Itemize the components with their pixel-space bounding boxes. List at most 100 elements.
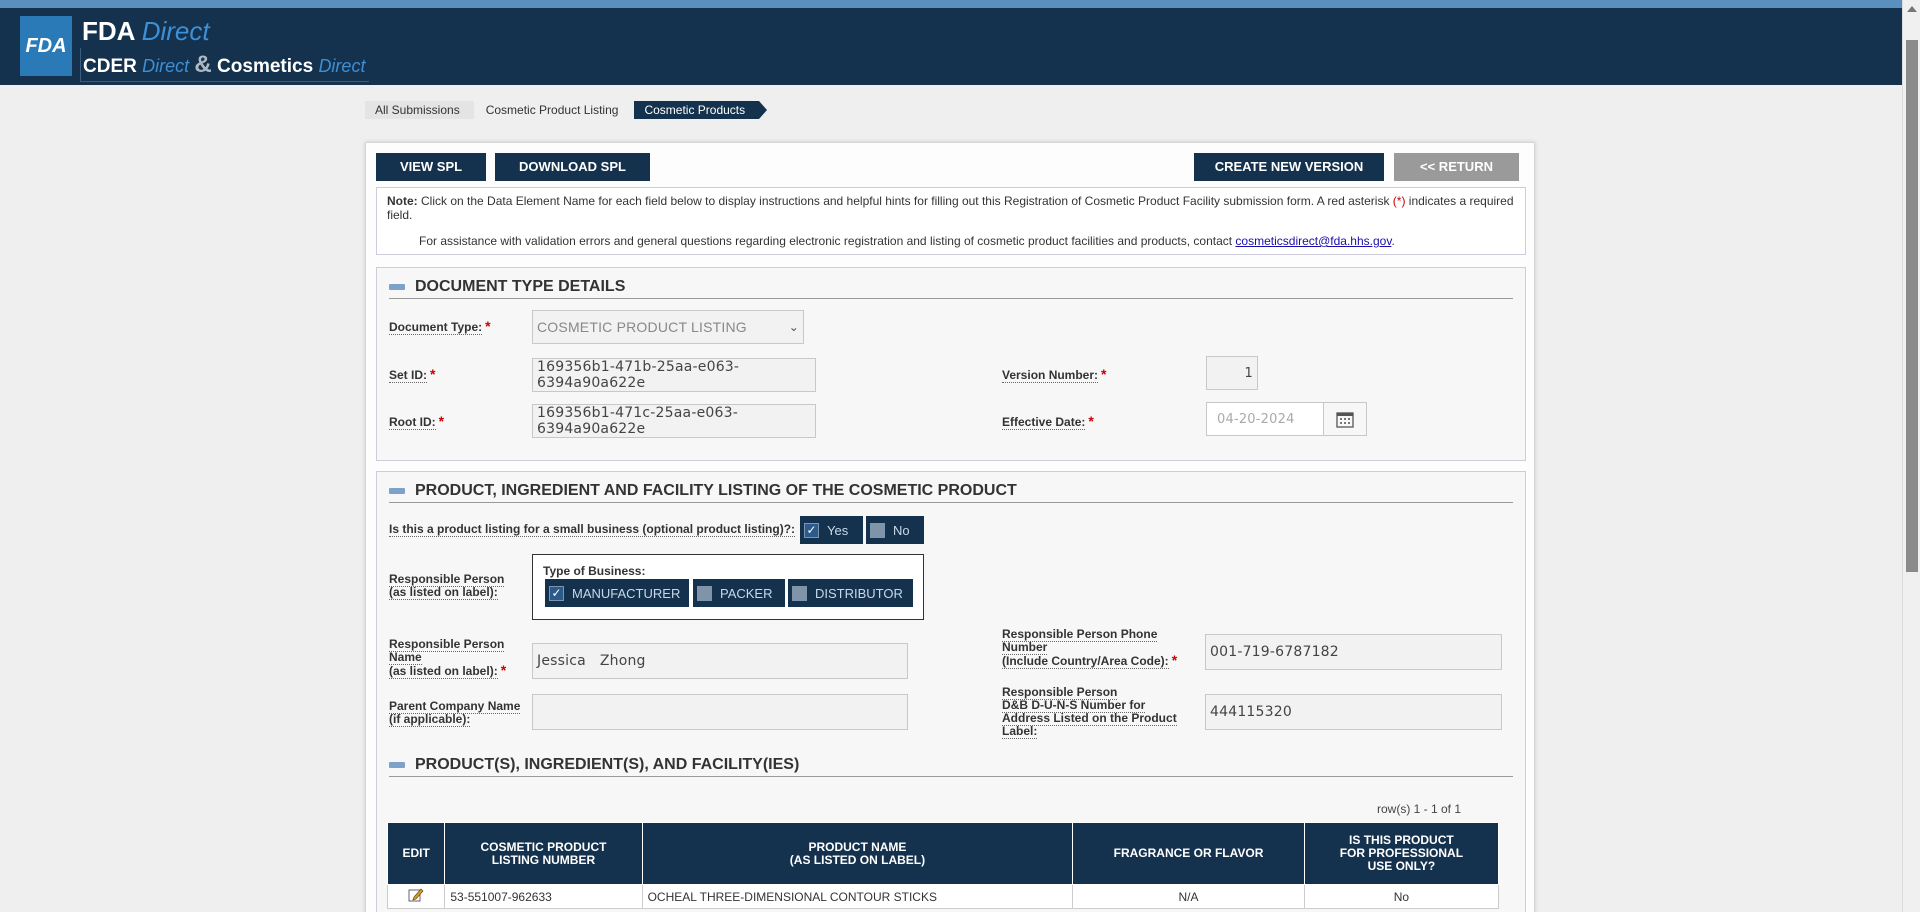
professional-header-2: FOR PROFESSIONAL: [1339, 846, 1464, 860]
version-number-field[interactable]: 1: [1206, 356, 1258, 390]
product-listing-section-title[interactable]: PRODUCT, INGREDIENT AND FACILITY LISTING…: [389, 482, 1017, 500]
duns-number-label[interactable]: Responsible Person D&B D-U-N-S Number for…: [1002, 685, 1177, 739]
note-text-1: Click on the Data Element Name for each …: [417, 194, 1393, 208]
responsible-person-name-field[interactable]: Jessica Zhong: [532, 643, 908, 679]
manufacturer-label: MANUFACTURER: [572, 585, 681, 601]
document-type-label-text: Document Type:: [389, 320, 483, 335]
small-business-label[interactable]: Is this a product listing for a small bu…: [389, 522, 796, 537]
version-number-label-text: Version Number:: [1002, 368, 1099, 383]
product-listing-section: PRODUCT, INGREDIENT AND FACILITY LISTING…: [376, 471, 1526, 912]
brand-direct: Direct: [141, 16, 210, 46]
listing-number-header-1: COSMETIC PRODUCT: [480, 839, 607, 854]
scroll-up-arrow-icon[interactable]: [1907, 6, 1917, 12]
set-id-label-text: Set ID:: [389, 368, 428, 383]
edit-pencil-icon[interactable]: [408, 887, 424, 906]
document-type-title-text: DOCUMENT TYPE DETAILS: [415, 278, 626, 295]
column-header-edit: EDIT: [386, 822, 446, 885]
document-type-label[interactable]: Document Type: *: [389, 318, 491, 335]
responsible-person-label[interactable]: Responsible Person (as listed on label):: [389, 572, 505, 600]
required-asterisk: *: [485, 318, 491, 334]
distributor-toggle[interactable]: DISTRIBUTOR: [788, 579, 913, 607]
parent-company-field[interactable]: [532, 694, 908, 730]
responsible-person-label-2: (as listed on label):: [389, 585, 498, 600]
parent-label-2: (if applicable):: [389, 712, 471, 727]
product-listing-title-text: PRODUCT, INGREDIENT AND FACILITY LISTING…: [415, 482, 1017, 499]
effective-date-label-text: Effective Date:: [1002, 415, 1086, 430]
collapse-icon[interactable]: [389, 284, 405, 290]
products-title-text: PRODUCT(S), INGREDIENT(S), AND FACILITY(…: [415, 756, 800, 773]
section-divider: [389, 298, 1513, 299]
packer-toggle[interactable]: PACKER: [693, 579, 785, 607]
breadcrumb-cosmetic-products[interactable]: Cosmetic Products: [634, 101, 767, 119]
collapse-icon[interactable]: [389, 488, 405, 494]
phone-number-label[interactable]: Responsible Person Phone Number (Include C…: [1002, 627, 1178, 669]
calendar-icon[interactable]: [1323, 402, 1367, 436]
instructions-note: Note: Click on the Data Element Name for…: [376, 187, 1526, 255]
note-prefix: Note:: [387, 194, 418, 208]
parent-company-label[interactable]: Parent Company Name (if applicable):: [389, 699, 521, 727]
assist-period: .: [1391, 234, 1395, 248]
root-id-field[interactable]: 169356b1-471c-25aa-e063-6394a90a622e: [532, 404, 816, 438]
brand-amp: &: [194, 51, 212, 78]
small-business-yes-toggle[interactable]: ✓ Yes: [800, 516, 863, 544]
phone-label-2: Number: [1002, 640, 1048, 655]
responsible-person-name-label[interactable]: Responsible Person Name (as listed on labe…: [389, 637, 507, 679]
set-id-field[interactable]: 169356b1-471b-25aa-e063-6394a90a622e: [532, 358, 816, 392]
product-name-header-1: PRODUCT NAME: [808, 839, 907, 854]
distributor-label: DISTRIBUTOR: [815, 585, 903, 601]
brand-fda: FDA: [82, 16, 135, 46]
small-business-no-toggle[interactable]: No: [866, 516, 924, 544]
column-header-listing-number[interactable]: COSMETIC PRODUCT LISTING NUMBER: [444, 822, 643, 885]
phone-label-3: (Include Country/Area Code):: [1002, 654, 1169, 669]
contact-email-link[interactable]: cosmeticsdirect@fda.hhs.gov: [1235, 234, 1391, 248]
required-asterisk: *: [1171, 652, 1178, 668]
packer-label: PACKER: [720, 585, 773, 601]
products-section-title[interactable]: PRODUCT(S), INGREDIENT(S), AND FACILITY(…: [389, 756, 799, 774]
note-asterisk: (*): [1392, 194, 1406, 208]
manufacturer-toggle[interactable]: ✓ MANUFACTURER: [545, 579, 689, 607]
return-button[interactable]: << RETURN: [1394, 153, 1519, 181]
column-header-professional-use[interactable]: IS THIS PRODUCT FOR PROFESSIONAL USE ONLY?: [1303, 822, 1500, 885]
table-header-row: EDIT COSMETIC PRODUCT LISTING NUMBER PROD…: [386, 822, 1500, 885]
rp-name-label-2: Name: [389, 650, 422, 665]
professional-use-cell: No: [1303, 884, 1500, 909]
document-type-select[interactable]: COSMETIC PRODUCT LISTING ⌄: [532, 310, 804, 344]
product-name-header-2: (AS LISTED ON LABEL): [789, 852, 926, 867]
root-id-label[interactable]: Root ID: *: [389, 414, 444, 430]
assistance-text: For assistance with validation errors an…: [387, 234, 1515, 248]
download-spl-button[interactable]: DOWNLOAD SPL: [495, 153, 650, 181]
phone-number-field[interactable]: 001-719-6787182: [1205, 634, 1502, 670]
breadcrumb-cosmetic-product-listing[interactable]: Cosmetic Product Listing: [476, 101, 633, 119]
required-asterisk: *: [1088, 413, 1094, 429]
checkbox-icon: [792, 585, 807, 601]
listing-number-cell: 53-551007-962633: [444, 884, 643, 909]
fda-logo: FDA: [20, 16, 72, 76]
effective-date-label[interactable]: Effective Date: *: [1002, 413, 1094, 430]
view-spl-button[interactable]: VIEW SPL: [376, 153, 486, 181]
note-text: Note: Click on the Data Element Name for…: [387, 194, 1515, 222]
duns-label-4: Label:: [1002, 724, 1038, 739]
column-header-fragrance[interactable]: FRAGRANCE OR FLAVOR: [1072, 822, 1305, 885]
page-scrollbar[interactable]: [1902, 0, 1920, 912]
create-new-version-button[interactable]: CREATE NEW VERSION: [1194, 153, 1384, 181]
version-number-label[interactable]: Version Number: *: [1002, 367, 1106, 383]
document-type-section-title[interactable]: DOCUMENT TYPE DETAILS: [389, 278, 625, 296]
small-business-label-text: Is this a product listing for a small bu…: [389, 522, 796, 537]
fragrance-cell: N/A: [1072, 884, 1305, 909]
breadcrumb: All Submissions Cosmetic Product Listing…: [365, 101, 767, 119]
small-business-yes-label: Yes: [827, 522, 849, 538]
assist-text: For assistance with validation errors an…: [419, 234, 1236, 248]
row-count: row(s) 1 - 1 of 1: [1377, 802, 1462, 816]
root-id-label-text: Root ID:: [389, 415, 436, 430]
professional-header-1: IS THIS PRODUCT: [1349, 833, 1454, 847]
required-asterisk: *: [500, 662, 507, 678]
effective-date-field[interactable]: 04-20-2024: [1206, 402, 1324, 436]
breadcrumb-all-submissions[interactable]: All Submissions: [365, 101, 474, 119]
column-header-product-name[interactable]: PRODUCT NAME (AS LISTED ON LABEL): [641, 822, 1074, 885]
brand-cder-cosmetics: CDER Direct & Cosmetics Direct: [80, 48, 370, 82]
set-id-label[interactable]: Set ID: *: [389, 367, 435, 383]
duns-number-field[interactable]: 444115320: [1205, 694, 1502, 730]
type-of-business-box: Type of Business: ✓ MANUFACTURER PACKER …: [532, 554, 924, 620]
collapse-icon[interactable]: [389, 762, 405, 768]
scrollbar-thumb[interactable]: [1906, 40, 1918, 572]
